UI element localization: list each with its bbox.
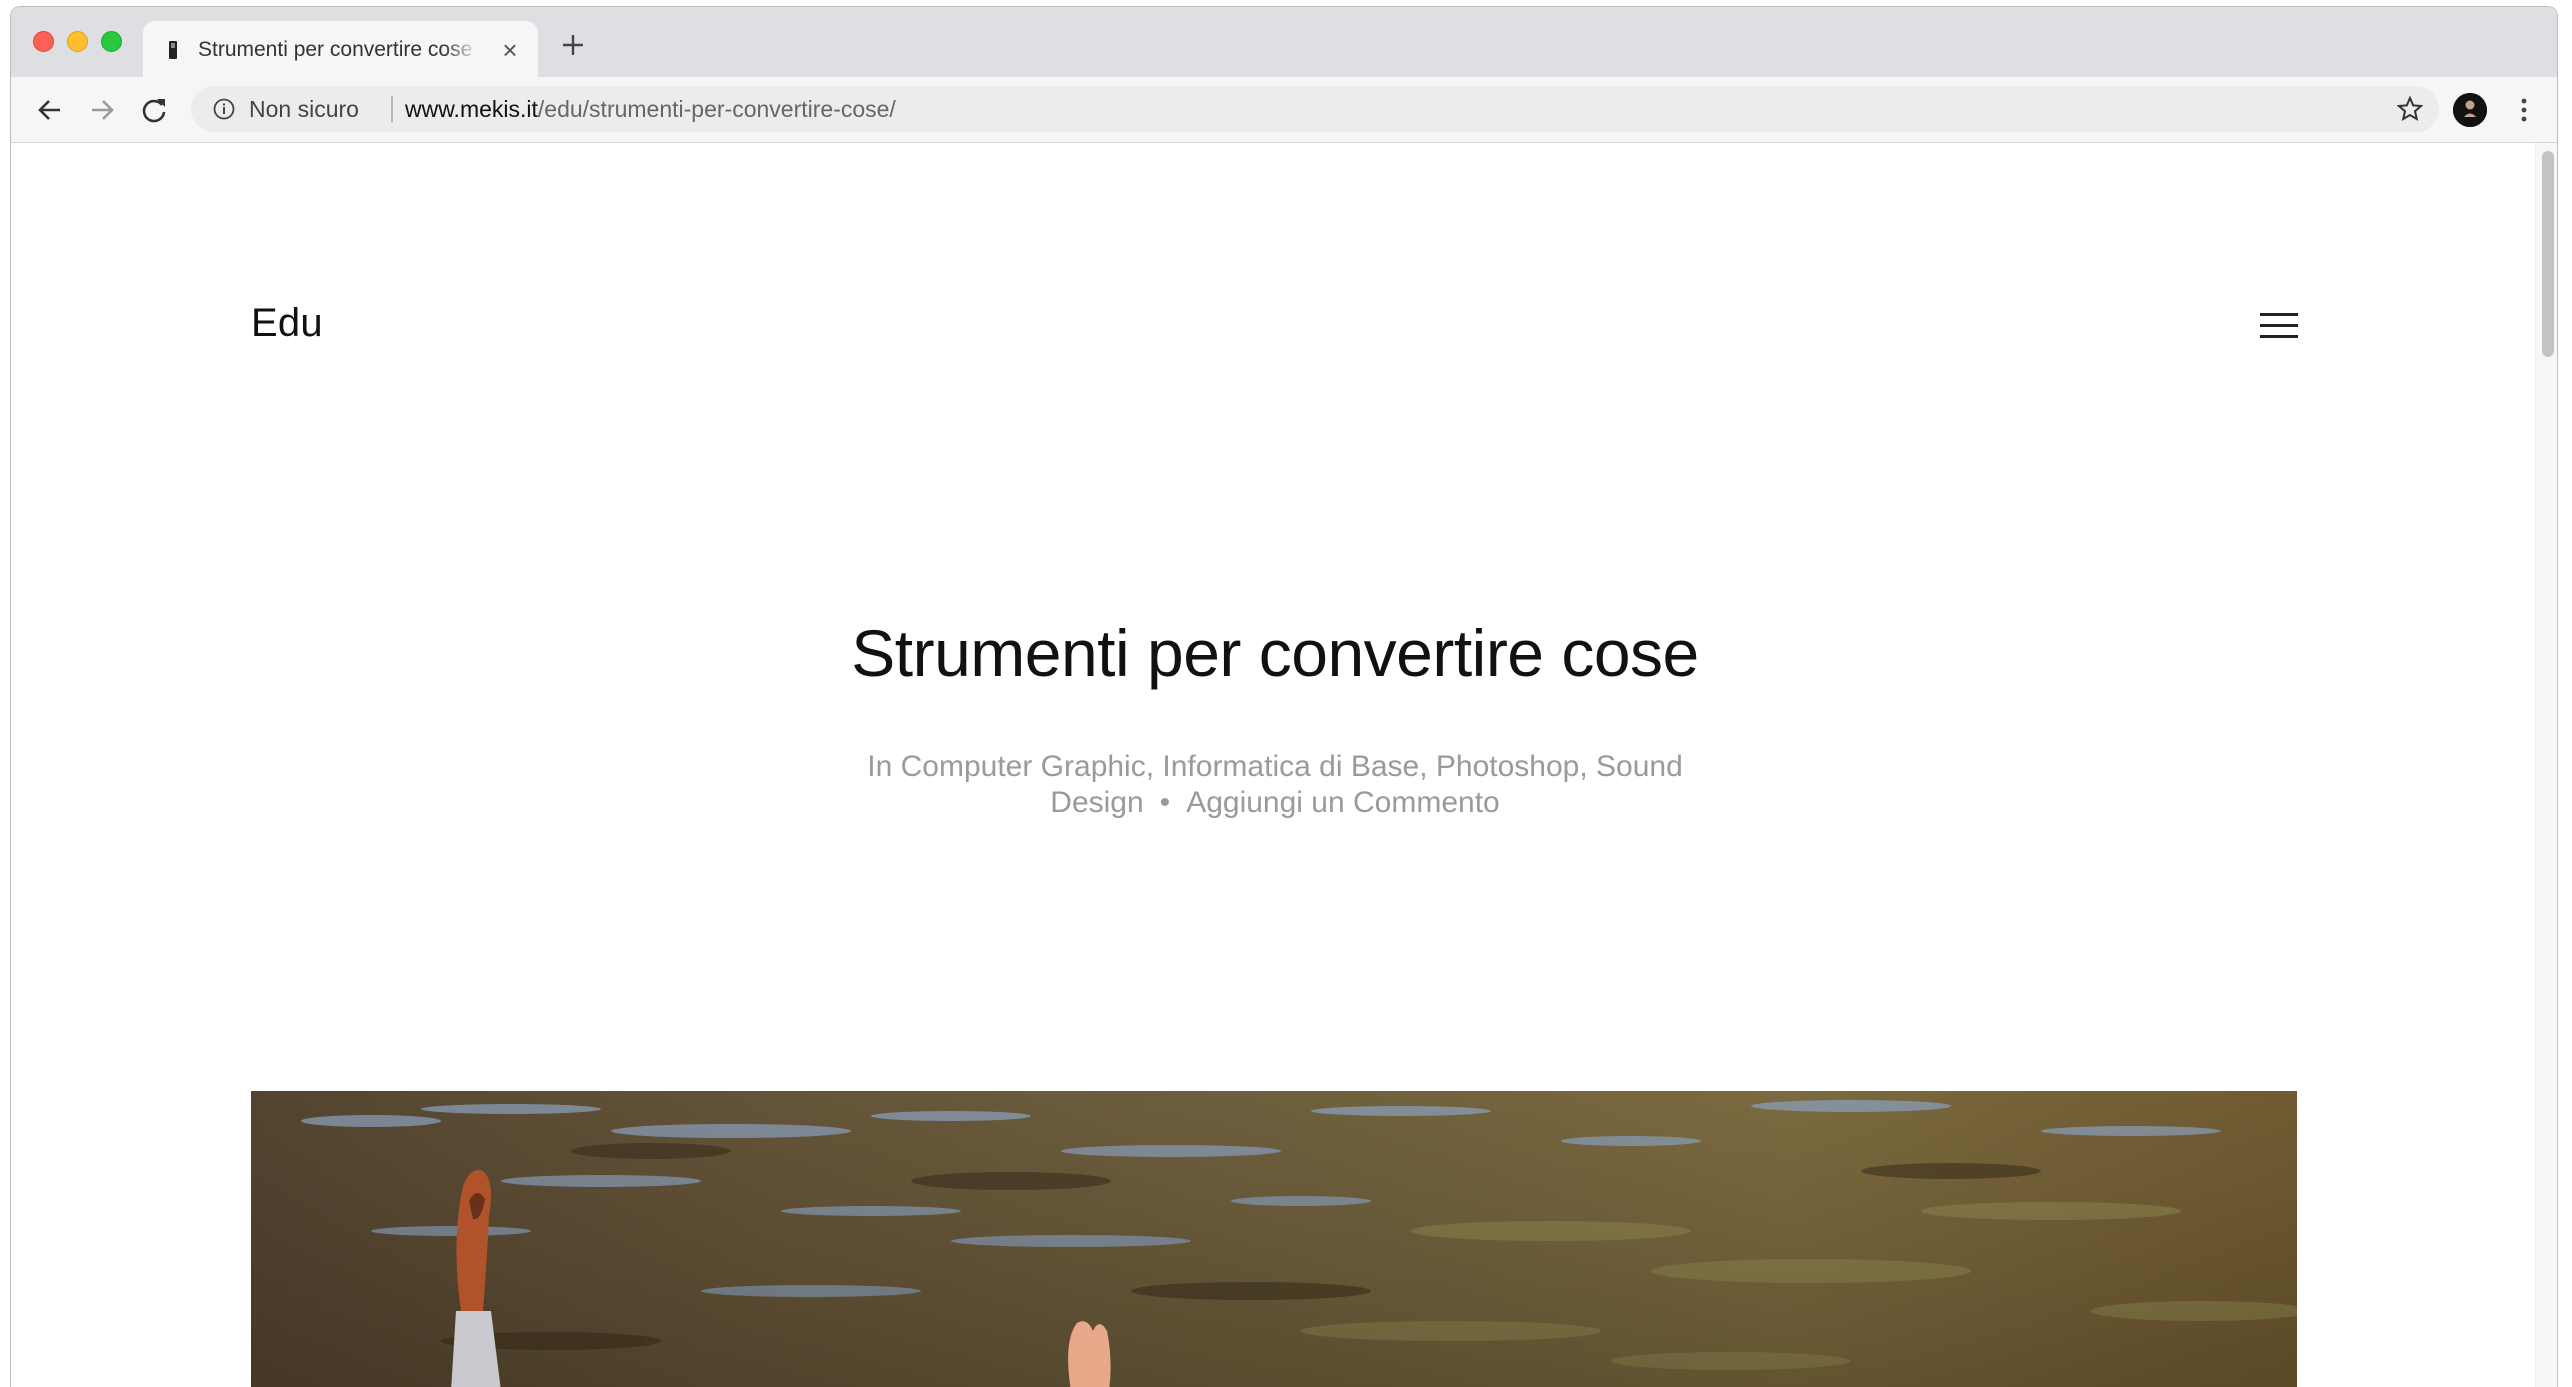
page-scrollbar[interactable]: [2535, 143, 2557, 1387]
tab-strip: Strumenti per convertire cose – Edu ×: [11, 7, 2557, 77]
page-viewport: Edu Strumenti per convertire cose In Com…: [11, 143, 2557, 1387]
post-title: Strumenti per convertire cose: [851, 616, 1699, 690]
browser-tab-active[interactable]: Strumenti per convertire cose – Edu ×: [143, 21, 538, 77]
arrow-left-icon[interactable]: [35, 95, 65, 125]
arrow-right-icon[interactable]: [87, 95, 117, 125]
category-link[interactable]: Computer Graphic: [901, 750, 1146, 783]
category-link[interactable]: Informatica di Base: [1162, 750, 1419, 783]
plus-icon[interactable]: [559, 31, 587, 59]
favicon-icon: [169, 41, 177, 59]
meta-prefix: In: [867, 750, 893, 783]
url-text[interactable]: www.mekis.it/edu/strumenti-per-convertir…: [405, 96, 896, 123]
hamburger-line: [2260, 324, 2298, 327]
url-host: www.mekis.it: [405, 96, 538, 122]
window-close-button[interactable]: [33, 31, 54, 52]
window-maximize-button[interactable]: [101, 31, 122, 52]
featured-image: [251, 1091, 2297, 1387]
hamburger-line: [2260, 335, 2298, 338]
comments-link[interactable]: Aggiungi un Commento: [1186, 786, 1500, 819]
browser-window: Strumenti per convertire cose – Edu ×: [10, 6, 2558, 1387]
category-link[interactable]: Photoshop: [1436, 750, 1579, 783]
featured-image-graphic: [251, 1091, 2297, 1387]
browser-toolbar: Non sicuro www.mekis.it/edu/strumenti-pe…: [11, 77, 2557, 143]
meta-separator: •: [1159, 786, 1171, 819]
vertical-dots-icon[interactable]: [2519, 95, 2529, 125]
scrollbar-thumb[interactable]: [2542, 151, 2554, 357]
tab-close-icon[interactable]: ×: [498, 37, 522, 63]
hamburger-line: [2260, 313, 2298, 316]
reload-icon[interactable]: [139, 95, 169, 125]
window-minimize-button[interactable]: [67, 31, 88, 52]
address-bar[interactable]: Non sicuro www.mekis.it/edu/strumenti-pe…: [191, 86, 2439, 132]
star-icon[interactable]: [2397, 96, 2423, 122]
hamburger-icon[interactable]: [2260, 313, 2298, 341]
url-path: /edu/strumenti-per-convertire-cose/: [537, 96, 896, 122]
site-title[interactable]: Edu: [251, 301, 323, 346]
security-label[interactable]: Non sicuro: [249, 96, 359, 123]
info-icon[interactable]: [213, 98, 235, 120]
profile-avatar[interactable]: [2453, 93, 2487, 127]
omnibox-separator: [391, 96, 393, 122]
tab-title: Strumenti per convertire cose – Edu: [198, 38, 478, 61]
post-meta: In Computer Graphic, Informatica di Base…: [867, 750, 1683, 819]
avatar-image: [2453, 93, 2487, 127]
